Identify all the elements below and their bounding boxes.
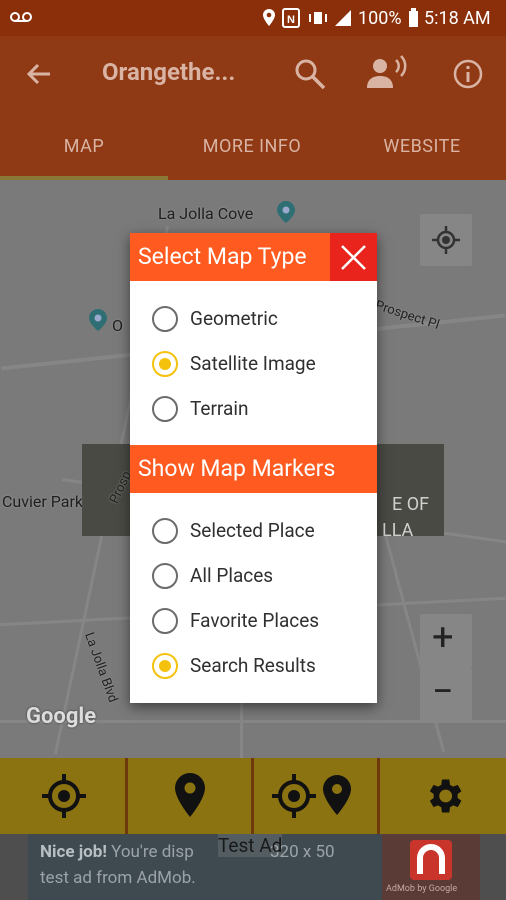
clock: 5:18 AM — [424, 8, 491, 29]
markers-title: Show Map Markers — [138, 455, 336, 482]
radio-button-selected[interactable] — [152, 351, 178, 377]
zoom-in-button[interactable]: + — [420, 614, 472, 668]
radio-label: Terrain — [190, 397, 249, 420]
search-icon[interactable] — [294, 58, 326, 90]
app-bar: Orangethe... — [0, 36, 506, 114]
ad-text-1: You're disp — [111, 842, 194, 862]
map-label-la-jolla-cove: La Jolla Cove — [158, 204, 254, 223]
map-type-title: Select Map Type — [138, 243, 307, 270]
battery-icon — [409, 8, 418, 27]
map-label-la-jolla-blvd: La Jolla Blvd — [81, 630, 121, 705]
settings-button[interactable] — [380, 758, 506, 834]
status-bar: N 100% 5:18 AM — [0, 0, 506, 36]
place-marker-button[interactable] — [128, 758, 254, 834]
svg-text:N: N — [287, 14, 295, 26]
battery-percent: 100% — [358, 8, 402, 29]
locate-me-button[interactable] — [0, 758, 128, 834]
map-label-cuvier-park: Cuvier Park — [2, 492, 83, 511]
map-options-dialog: Select Map Type Geometric Satellite Imag… — [130, 233, 377, 703]
tab-bar: MAP MORE INFO WEBSITE — [0, 114, 506, 180]
back-arrow-icon[interactable] — [26, 62, 52, 86]
radio-label: Selected Place — [190, 519, 315, 542]
location-pin-icon-small — [323, 775, 351, 815]
locate-and-place-button[interactable] — [254, 758, 380, 834]
test-ad-label: Test Ad — [218, 834, 283, 857]
zoom-in-label: + — [432, 616, 454, 660]
ad-line-2: test ad from AdMob. — [40, 868, 196, 888]
markers-header: Show Map Markers — [130, 445, 377, 493]
close-button[interactable] — [330, 233, 377, 281]
google-logo: Google — [26, 704, 97, 729]
map-label-o: O — [112, 316, 124, 335]
admob-icon — [410, 840, 452, 880]
map-pin-icon — [277, 201, 295, 223]
admob-brand: AdMob by Google — [386, 884, 458, 894]
location-pin-icon — [175, 773, 205, 817]
tab-more-info[interactable]: MORE INFO — [168, 114, 336, 180]
radio-label: Search Results — [190, 654, 316, 677]
ad-bold-text: Nice job! — [40, 842, 107, 862]
tab-map[interactable]: MAP — [0, 114, 168, 180]
radio-label: Satellite Image — [190, 352, 316, 375]
radio-button[interactable] — [152, 608, 178, 634]
app-title: Orangethe... — [102, 58, 236, 86]
crosshair-pin-icon — [272, 774, 316, 818]
my-location-button[interactable] — [420, 214, 472, 266]
voice-person-icon[interactable] — [366, 54, 410, 90]
radio-button[interactable] — [152, 396, 178, 422]
radio-button[interactable] — [152, 518, 178, 544]
map-pin-icon-2 — [89, 309, 107, 331]
nfc-icon: N — [282, 8, 300, 28]
radio-label: Geometric — [190, 307, 278, 330]
crosshair-icon — [42, 774, 86, 818]
zoom-out-label: − — [432, 670, 454, 714]
map-label-lla: LLA — [382, 520, 414, 541]
info-icon[interactable] — [452, 58, 484, 90]
my-location-icon — [432, 226, 460, 254]
bottom-toolbar — [0, 758, 506, 834]
radio-label: Favorite Places — [190, 609, 320, 632]
radio-button-selected[interactable] — [152, 653, 178, 679]
ad-line-1: Nice job! You're disp 320 x 50 — [40, 842, 335, 862]
voicemail-icon — [10, 12, 32, 22]
radio-label: All Places — [190, 564, 274, 587]
signal-icon — [335, 10, 351, 26]
tab-website[interactable]: WEBSITE — [338, 114, 506, 180]
vibrate-icon — [309, 12, 327, 24]
radio-button[interactable] — [152, 563, 178, 589]
radio-button[interactable] — [152, 306, 178, 332]
settings-gear-icon — [429, 779, 462, 813]
location-icon — [263, 9, 275, 26]
map-label-of: E OF — [392, 494, 430, 515]
close-icon — [341, 245, 366, 270]
admob-logo: AdMob by Google — [382, 834, 480, 900]
zoom-out-button[interactable]: − — [420, 668, 472, 722]
